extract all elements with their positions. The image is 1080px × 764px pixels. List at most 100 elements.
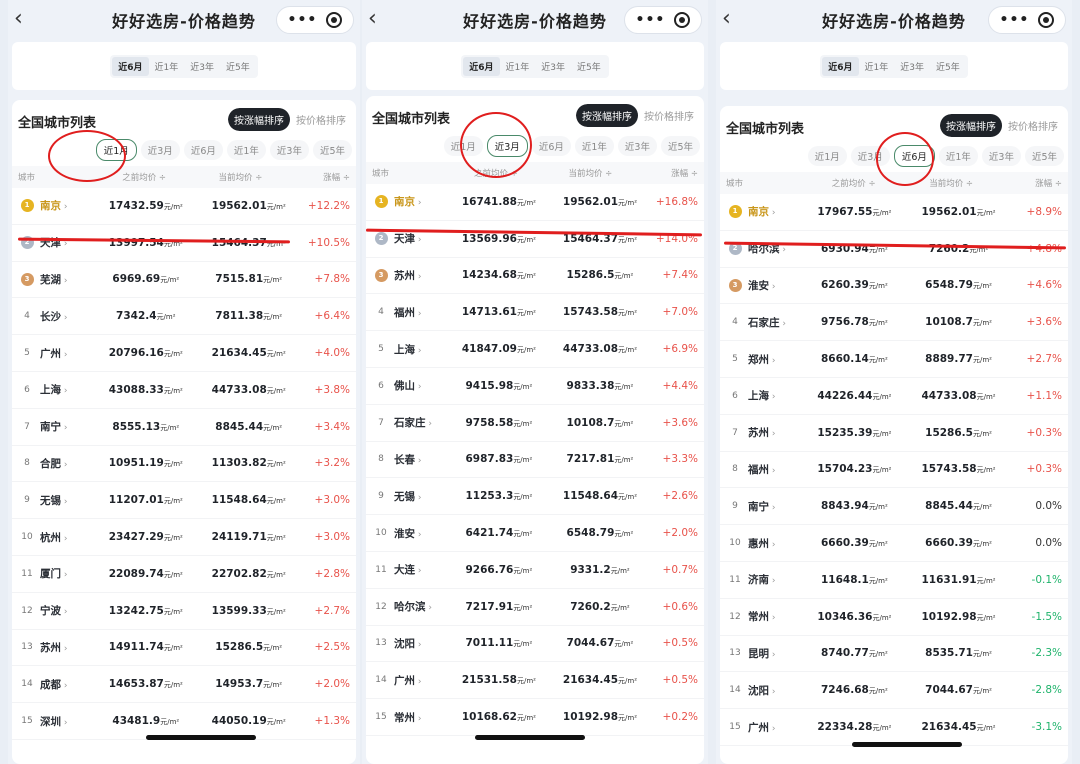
table-row[interactable]: 4石家庄9756.78元/m²10108.7元/m²+3.6% — [720, 304, 1068, 342]
city-name-link[interactable]: 芜湖 — [36, 272, 96, 287]
city-name-link[interactable]: 哈尔滨 — [744, 241, 804, 256]
col-prev-price[interactable]: 之前均价 ÷ — [450, 167, 541, 179]
city-name-link[interactable]: 南京 — [744, 204, 804, 219]
city-name-link[interactable]: 厦门 — [36, 566, 96, 581]
col-current-price[interactable]: 当前均价 ÷ — [191, 171, 291, 183]
city-name-link[interactable]: 常州 — [744, 609, 804, 624]
city-name-link[interactable]: 石家庄 — [744, 315, 804, 330]
sort-by-change-button[interactable]: 按涨幅排序 — [940, 114, 1002, 137]
city-name-link[interactable]: 上海 — [744, 388, 804, 403]
period-tab-2[interactable]: 近3月 — [850, 146, 890, 166]
table-row[interactable]: 13沈阳7011.11元/m²7044.67元/m²+0.5% — [366, 626, 704, 663]
period-tab-6[interactable]: 近5年 — [1024, 146, 1064, 166]
back-chevron-icon[interactable]: ‹ — [14, 8, 38, 32]
period-tab-2[interactable]: 近3月 — [140, 140, 180, 160]
table-row[interactable]: 3芜湖6969.69元/m²7515.81元/m²+7.8% — [12, 262, 356, 299]
sort-by-price-button[interactable]: 按价格排序 — [290, 108, 352, 131]
col-prev-price[interactable]: 之前均价 ÷ — [807, 177, 901, 189]
city-name-link[interactable]: 淮安 — [744, 278, 804, 293]
city-name-link[interactable]: 天津 — [390, 231, 450, 246]
sort-by-change-button[interactable]: 按涨幅排序 — [228, 108, 290, 131]
range-tab-4[interactable]: 近5年 — [220, 57, 256, 76]
period-tab-2[interactable]: 近3月 — [486, 135, 528, 157]
sort-by-price-button[interactable]: 按价格排序 — [638, 104, 700, 127]
table-row[interactable]: 7石家庄9758.58元/m²10108.7元/m²+3.6% — [366, 405, 704, 442]
col-current-price[interactable]: 当前均价 ÷ — [542, 167, 640, 179]
city-name-link[interactable]: 广州 — [744, 720, 804, 735]
city-name-link[interactable]: 哈尔滨 — [390, 599, 450, 614]
table-row[interactable]: 5上海41847.09元/m²44733.08元/m²+6.9% — [366, 331, 704, 368]
table-row[interactable]: 6上海43088.33元/m²44733.08元/m²+3.8% — [12, 372, 356, 409]
range-tab-3[interactable]: 近3年 — [535, 57, 571, 76]
table-row[interactable]: 9南宁8843.94元/m²8845.44元/m²0.0% — [720, 488, 1068, 526]
table-row[interactable]: 6上海44226.44元/m²44733.08元/m²+1.1% — [720, 378, 1068, 415]
table-row[interactable]: 15常州10168.62元/m²10192.98元/m²+0.2% — [366, 699, 704, 736]
city-name-link[interactable]: 淮安 — [390, 526, 450, 541]
city-name-link[interactable]: 广州 — [390, 673, 450, 688]
table-row[interactable]: 10淮安6421.74元/m²6548.79元/m²+2.0% — [366, 515, 704, 552]
table-row[interactable]: 3苏州14234.68元/m²15286.5元/m²+7.4% — [366, 258, 704, 295]
city-name-link[interactable]: 大连 — [390, 562, 450, 577]
city-name-link[interactable]: 广州 — [36, 346, 96, 361]
back-chevron-icon[interactable]: ‹ — [722, 8, 746, 32]
close-circle-icon[interactable] — [1038, 12, 1055, 28]
table-row[interactable]: 3淮安6260.39元/m²6548.79元/m²+4.6% — [720, 268, 1068, 305]
range-tab-4[interactable]: 近5年 — [930, 57, 966, 76]
table-row[interactable]: 14成都14653.87元/m²14953.7元/m²+2.0% — [12, 666, 356, 704]
table-row[interactable]: 1南京16741.88元/m²19562.01元/m²+16.8% — [366, 184, 704, 221]
table-row[interactable]: 7苏州15235.39元/m²15286.5元/m²+0.3% — [720, 415, 1068, 452]
table-row[interactable]: 4福州14713.61元/m²15743.58元/m²+7.0% — [366, 294, 704, 332]
city-name-link[interactable]: 石家庄 — [390, 415, 450, 430]
city-name-link[interactable]: 沈阳 — [390, 636, 450, 651]
close-circle-icon[interactable] — [674, 12, 691, 28]
table-row[interactable]: 5广州20796.16元/m²21634.45元/m²+4.0% — [12, 335, 356, 372]
table-row[interactable]: 13昆明8740.77元/m²8535.71元/m²-2.3% — [720, 636, 1068, 673]
city-name-link[interactable]: 苏州 — [36, 640, 96, 655]
range-tab-1[interactable]: 近6月 — [822, 56, 859, 76]
table-row[interactable]: 5郑州8660.14元/m²8889.77元/m²+2.7% — [720, 341, 1068, 378]
city-name-link[interactable]: 福州 — [744, 462, 804, 477]
table-row[interactable]: 14广州21531.58元/m²21634.45元/m²+0.5% — [366, 662, 704, 700]
sort-by-change-button[interactable]: 按涨幅排序 — [576, 104, 638, 127]
city-name-link[interactable]: 沈阳 — [744, 683, 804, 698]
table-row[interactable]: 12哈尔滨7217.91元/m²7260.2元/m²+0.6% — [366, 589, 704, 626]
city-name-link[interactable]: 宁波 — [36, 603, 96, 618]
table-row[interactable]: 11济南11648.1元/m²11631.91元/m²-0.1% — [720, 562, 1068, 599]
period-tab-3[interactable]: 近6月 — [893, 145, 935, 167]
table-row[interactable]: 7南宁8555.13元/m²8845.44元/m²+3.4% — [12, 409, 356, 446]
col-current-price[interactable]: 当前均价 ÷ — [901, 177, 1002, 189]
table-row[interactable]: 8福州15704.23元/m²15743.58元/m²+0.3% — [720, 452, 1068, 489]
period-tab-3[interactable]: 近6月 — [531, 136, 571, 156]
table-row[interactable]: 13苏州14911.74元/m²15286.5元/m²+2.5% — [12, 630, 356, 667]
range-tab-3[interactable]: 近3年 — [184, 57, 220, 76]
period-tab-6[interactable]: 近5年 — [312, 140, 352, 160]
city-name-link[interactable]: 苏州 — [390, 268, 450, 283]
period-tab-3[interactable]: 近6月 — [183, 140, 223, 160]
table-row[interactable]: 8长春6987.83元/m²7217.81元/m²+3.3% — [366, 442, 704, 479]
period-tab-4[interactable]: 近1年 — [938, 146, 978, 166]
table-row[interactable]: 9无锡11207.01元/m²11548.64元/m²+3.0% — [12, 482, 356, 520]
table-row[interactable]: 11厦门22089.74元/m²22702.82元/m²+2.8% — [12, 556, 356, 593]
city-name-link[interactable]: 南京 — [390, 194, 450, 209]
table-row[interactable]: 14沈阳7246.68元/m²7044.67元/m²-2.8% — [720, 672, 1068, 710]
table-row[interactable]: 2天津13569.96元/m²15464.37元/m²+14.0% — [366, 221, 704, 258]
city-name-link[interactable]: 南宁 — [36, 419, 96, 434]
city-name-link[interactable]: 苏州 — [744, 425, 804, 440]
range-tab-1[interactable]: 近6月 — [463, 56, 500, 76]
city-name-link[interactable]: 长春 — [390, 452, 450, 467]
table-row[interactable]: 10杭州23427.29元/m²24119.71元/m²+3.0% — [12, 519, 356, 556]
col-prev-price[interactable]: 之前均价 ÷ — [98, 171, 191, 183]
city-name-link[interactable]: 上海 — [390, 342, 450, 357]
close-circle-icon[interactable] — [326, 12, 343, 28]
city-name-link[interactable]: 上海 — [36, 382, 96, 397]
city-name-link[interactable]: 南京 — [36, 198, 96, 213]
period-tab-6[interactable]: 近5年 — [660, 136, 700, 156]
more-dots-icon[interactable]: ••• — [636, 12, 666, 28]
city-name-link[interactable]: 惠州 — [744, 536, 804, 551]
city-name-link[interactable]: 无锡 — [36, 493, 96, 508]
range-tab-2[interactable]: 近1年 — [500, 57, 536, 76]
period-tab-1[interactable]: 近1月 — [443, 136, 483, 156]
col-change[interactable]: 涨幅 ÷ — [639, 167, 698, 179]
city-name-link[interactable]: 成都 — [36, 677, 96, 692]
period-tab-5[interactable]: 近3年 — [981, 146, 1021, 166]
